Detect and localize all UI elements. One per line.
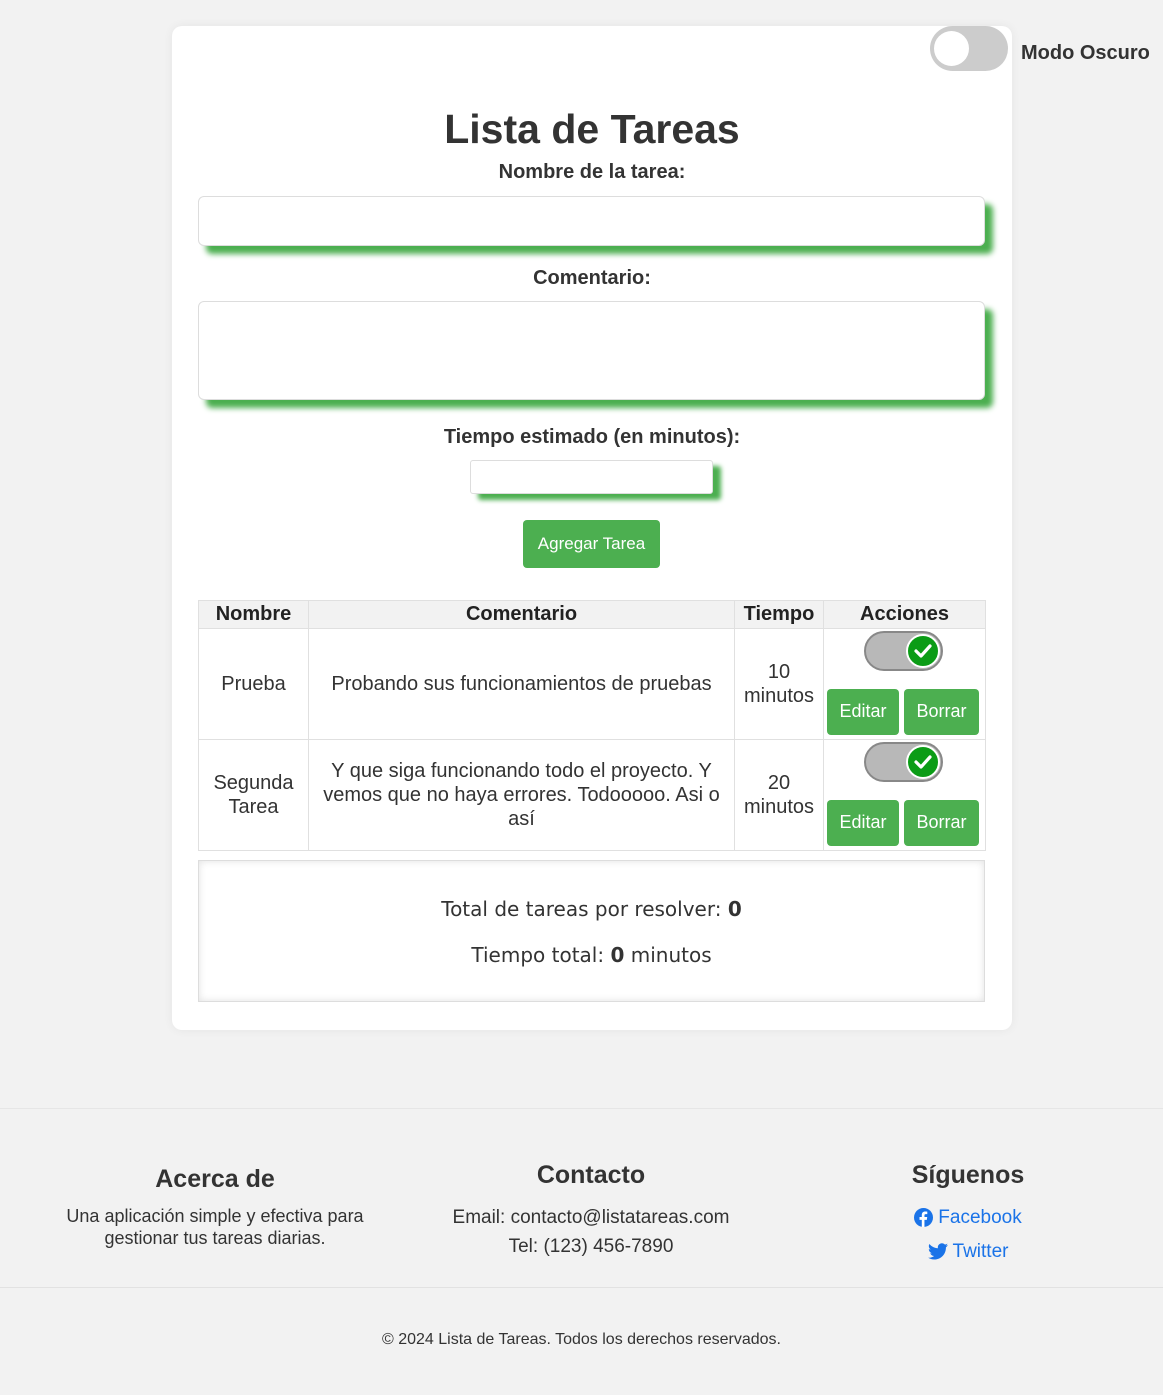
task-name-input[interactable] (198, 196, 985, 246)
task-name-cell: Prueba (198, 628, 309, 740)
time-summary: Tiempo total: 0 minutos (199, 943, 984, 967)
contact-phone: Tel: (123) 456-7890 (508, 1236, 674, 1257)
task-name-cell: Segunda Tarea (198, 739, 309, 851)
task-complete-toggle[interactable] (864, 741, 943, 782)
copyright-text: © 2024 Lista de Tareas. Todos los derech… (382, 1331, 781, 1348)
dark-mode-label: Modo Oscuro (1021, 42, 1150, 64)
twitter-icon (927, 1243, 948, 1260)
contact-title: Contacto (536, 1161, 646, 1189)
contact-email: Email: contacto@listatareas.com (452, 1207, 730, 1228)
page-title: Lista de Tareas (444, 106, 740, 152)
total-time-label: Tiempo total: (471, 943, 605, 967)
total-time-unit: minutos (630, 943, 712, 967)
task-time-cell: 10 minutos (734, 628, 824, 740)
pending-summary: Total de tareas por resolver: 0 (199, 897, 984, 921)
check-icon (906, 633, 940, 668)
column-header-name: Nombre (198, 600, 309, 629)
delete-button[interactable]: Borrar (904, 799, 979, 846)
follow-title: Síguenos (911, 1161, 1025, 1189)
footer-about: Acerca de Una aplicación simple y efecti… (40, 1165, 390, 1249)
comment-input[interactable] (198, 301, 985, 400)
about-title: Acerca de (155, 1165, 275, 1193)
facebook-label: Facebook (938, 1207, 1022, 1228)
edit-button[interactable]: Editar (827, 688, 899, 735)
footer: Acerca de Una aplicación simple y efecti… (0, 1108, 1163, 1394)
task-complete-toggle[interactable] (864, 630, 943, 671)
footer-contact: Contacto Email: contacto@listatareas.com… (416, 1161, 766, 1261)
add-task-button[interactable]: Agregar Tarea (523, 520, 660, 568)
task-name-label: Nombre de la tarea: (498, 161, 686, 183)
time-label: Tiempo estimado (en minutos): (443, 426, 741, 448)
dark-mode-toggle[interactable] (930, 26, 1008, 71)
task-time-cell: 20 minutos (734, 739, 824, 851)
pending-count: 0 (727, 897, 742, 921)
time-input[interactable] (470, 460, 713, 494)
total-time-value: 0 (610, 943, 625, 967)
pending-label: Total de tareas por resolver: (441, 897, 722, 921)
table-row: Prueba Probando sus funcionamientos de p… (198, 628, 986, 740)
facebook-icon (914, 1208, 934, 1227)
about-text: Una aplicación simple y efectiva para ge… (66, 1206, 364, 1248)
comment-label: Comentario: (533, 267, 651, 289)
column-header-time: Tiempo (734, 600, 824, 629)
delete-button[interactable]: Borrar (904, 688, 979, 735)
check-icon (906, 744, 940, 779)
summary-panel: Total de tareas por resolver: 0 Tiempo t… (198, 860, 985, 1002)
task-comment-cell: Probando sus funcionamientos de pruebas (308, 628, 735, 740)
copyright-bar: © 2024 Lista de Tareas. Todos los derech… (0, 1287, 1163, 1395)
toggle-knob (934, 31, 969, 66)
task-comment-cell: Y que siga funcionando todo el proyecto.… (308, 739, 735, 851)
table-row: Segunda Tarea Y que siga funcionando tod… (198, 739, 986, 851)
twitter-label: Twitter (952, 1241, 1009, 1262)
edit-button[interactable]: Editar (827, 799, 899, 846)
task-table: Nombre Comentario Tiempo Acciones Prueba… (198, 600, 986, 851)
column-header-comment: Comentario (308, 600, 735, 629)
twitter-link[interactable]: Twitter (927, 1237, 1009, 1266)
facebook-link[interactable]: Facebook (914, 1203, 1022, 1232)
column-header-actions: Acciones (823, 600, 986, 629)
footer-social: Síguenos Facebook Twitter (868, 1161, 1068, 1270)
task-card: Lista de Tareas Nombre de la tarea: Come… (172, 26, 1012, 1030)
task-actions-cell: Editar Borrar (823, 739, 986, 851)
task-actions-cell: Editar Borrar (823, 628, 986, 740)
